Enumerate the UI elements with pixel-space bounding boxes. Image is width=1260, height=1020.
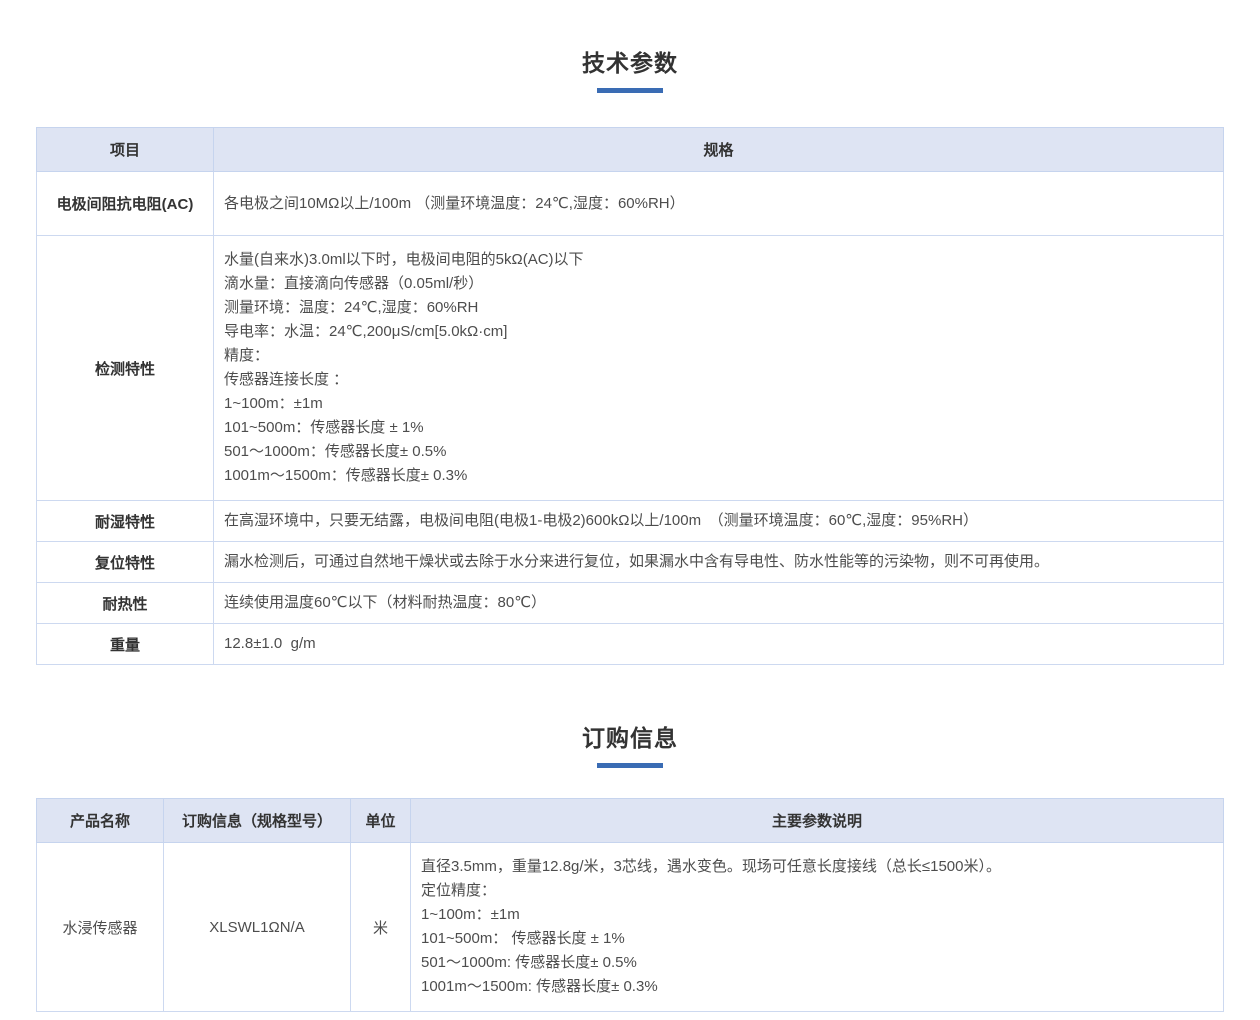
spec-value-line: 漏水检测后，可通过自然地干燥状或去除于水分来进行复位，如果漏水中含有导电性、防水… [224,550,1213,574]
spec-value-cell: 水量(自来水)3.0ml以下时，电极间电阻的5kΩ(AC)以下滴水量：直接滴向传… [214,236,1224,501]
tech-table-row: 电极间阻抗电阻(AC) 各电极之间10MΩ以上/100m （测量环境温度：24℃,… [37,172,1224,236]
product-name-cell: 水浸传感器 [37,843,164,1012]
spec-value-line: 501～1000m：传感器长度± 0.5% [224,440,1213,464]
spec-value-cell: 各电极之间10MΩ以上/100m （测量环境温度：24℃,湿度：60%RH） [214,172,1224,236]
spec-value-cell: 连续使用温度60℃以下（材料耐热温度：80℃） [214,583,1224,624]
spec-value-line: 1~100m：±1m [224,392,1213,416]
order-title-underline [597,763,663,768]
main-params-line: 定位精度： [421,879,1213,903]
spec-value-line: 传感器连接长度 ： [224,368,1213,392]
spec-item-label: 检测特性 [37,236,214,501]
tech-title-underline [597,88,663,93]
main-params-line: 501～1000m: 传感器长度± 0.5% [421,951,1213,975]
tech-params-section: 技术参数 项目规格 电极间阻抗电阻(AC) 各电极之间10MΩ以上/100m （测… [0,44,1260,665]
order-table-row: 水浸传感器XLSWL1ΩN/A米直径3.5mm，重量12.8g/米，3芯线，遇水… [37,843,1224,1012]
order-column-header: 产品名称 [37,799,164,843]
tech-table-row: 复位特性漏水检测后，可通过自然地干燥状或去除于水分来进行复位，如果漏水中含有导电… [37,542,1224,583]
order-column-header: 单位 [351,799,411,843]
spec-value-line: 各电极之间10MΩ以上/100m （测量环境温度：24℃,湿度：60%RH） [224,192,1213,216]
spec-item-label: 复位特性 [37,542,214,583]
spec-item-label: 耐湿特性 [37,501,214,542]
tech-table-row: 耐湿特性在高湿环境中，只要无结露，电极间电阻(电极1-电极2)600kΩ以上/1… [37,501,1224,542]
tech-column-header: 规格 [214,128,1224,172]
tech-params-table: 项目规格 电极间阻抗电阻(AC) 各电极之间10MΩ以上/100m （测量环境温度… [36,127,1224,665]
spec-value-line: 滴水量：直接滴向传感器（0.05ml/秒） [224,272,1213,296]
tech-column-header: 项目 [37,128,214,172]
spec-value-line: 水量(自来水)3.0ml以下时，电极间电阻的5kΩ(AC)以下 [224,248,1213,272]
spec-value-line: 12.8±1.0 g/m [224,632,1213,656]
spec-value-line: 101~500m：传感器长度 ± 1% [224,416,1213,440]
order-column-header: 主要参数说明 [411,799,1224,843]
spec-value-line: 精度： [224,344,1213,368]
spec-value-line: 在高湿环境中，只要无结露，电极间电阻(电极1-电极2)600kΩ以上/100m … [224,509,1213,533]
tech-table-row: 检测特性水量(自来水)3.0ml以下时，电极间电阻的5kΩ(AC)以下滴水量：直… [37,236,1224,501]
main-params-line: 1001m～1500m: 传感器长度± 0.3% [421,975,1213,999]
model-number-cell: XLSWL1ΩN/A [164,843,351,1012]
tech-table-header-row: 项目规格 [37,128,1224,172]
page: 技术参数 项目规格 电极间阻抗电阻(AC) 各电极之间10MΩ以上/100m （测… [0,0,1260,1020]
unit-cell: 米 [351,843,411,1012]
order-section-title: 订购信息 [0,719,1260,753]
spec-item-label: 电极间阻抗电阻(AC) [37,172,214,236]
order-info-section: 订购信息 产品名称订购信息（规格型号）单位主要参数说明 水浸传感器XLSWL1Ω… [0,719,1260,1012]
tech-section-title: 技术参数 [0,44,1260,78]
spec-value-line: 测量环境：温度：24℃,湿度：60%RH [224,296,1213,320]
spec-value-cell: 漏水检测后，可通过自然地干燥状或去除于水分来进行复位，如果漏水中含有导电性、防水… [214,542,1224,583]
main-params-line: 直径3.5mm，重量12.8g/米，3芯线，遇水变色。现场可任意长度接线（总长≤… [421,855,1213,879]
spec-value-line: 1001m～1500m：传感器长度± 0.3% [224,464,1213,488]
tech-table-row: 耐热性连续使用温度60℃以下（材料耐热温度：80℃） [37,583,1224,624]
main-params-cell: 直径3.5mm，重量12.8g/米，3芯线，遇水变色。现场可任意长度接线（总长≤… [411,843,1224,1012]
main-params-line: 101~500m： 传感器长度 ± 1% [421,927,1213,951]
order-info-table: 产品名称订购信息（规格型号）单位主要参数说明 水浸传感器XLSWL1ΩN/A米直… [36,798,1224,1012]
spec-value-line: 导电率：水温：24℃,200μS/cm[5.0kΩ·cm] [224,320,1213,344]
spec-item-label: 耐热性 [37,583,214,624]
order-column-header: 订购信息（规格型号） [164,799,351,843]
order-table-header-row: 产品名称订购信息（规格型号）单位主要参数说明 [37,799,1224,843]
spec-item-label: 重量 [37,624,214,665]
tech-table-row: 重量 12.8±1.0 g/m [37,624,1224,665]
spec-value-cell: 12.8±1.0 g/m [214,624,1224,665]
main-params-line: 1~100m：±1m [421,903,1213,927]
spec-value-cell: 在高湿环境中，只要无结露，电极间电阻(电极1-电极2)600kΩ以上/100m … [214,501,1224,542]
spec-value-line: 连续使用温度60℃以下（材料耐热温度：80℃） [224,591,1213,615]
